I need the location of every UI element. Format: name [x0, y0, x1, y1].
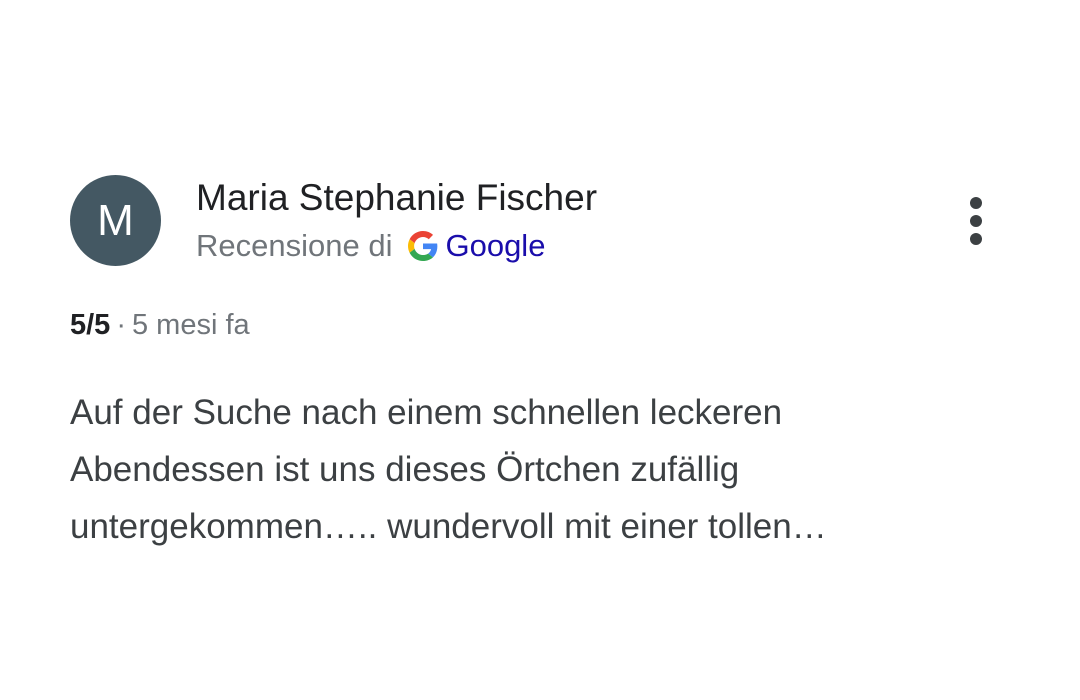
rating-value: 5/5 [70, 309, 111, 341]
more-vert-icon-dot [970, 215, 982, 227]
google-g-icon [408, 231, 438, 261]
source-prefix: Recensione di [196, 228, 393, 263]
more-vert-icon-dot [970, 233, 982, 245]
review-text[interactable]: Auf der Suche nach einem schnellen lecke… [70, 384, 970, 555]
review-text-line: Abendessen ist uns dieses Örtchen zufäll… [70, 450, 740, 489]
google-link[interactable]: Google [445, 228, 545, 264]
review-date: 5 mesi fa [132, 309, 250, 341]
review-card: M Maria Stephanie Fischer Recensione di … [0, 0, 1080, 700]
more-options-button[interactable] [956, 192, 996, 252]
author-name[interactable]: Maria Stephanie Fischer [196, 176, 597, 220]
rating-line: 5/5 · 5 mesi fa [70, 306, 250, 344]
more-vert-icon [970, 197, 982, 209]
avatar[interactable]: M [70, 175, 161, 266]
rating-separator: · [116, 309, 126, 341]
review-source: Recensione di Google [196, 226, 545, 266]
review-text-line: untergekommen….. wundervoll mit einer to… [70, 507, 827, 546]
review-text-line: Auf der Suche nach einem schnellen lecke… [70, 393, 783, 432]
